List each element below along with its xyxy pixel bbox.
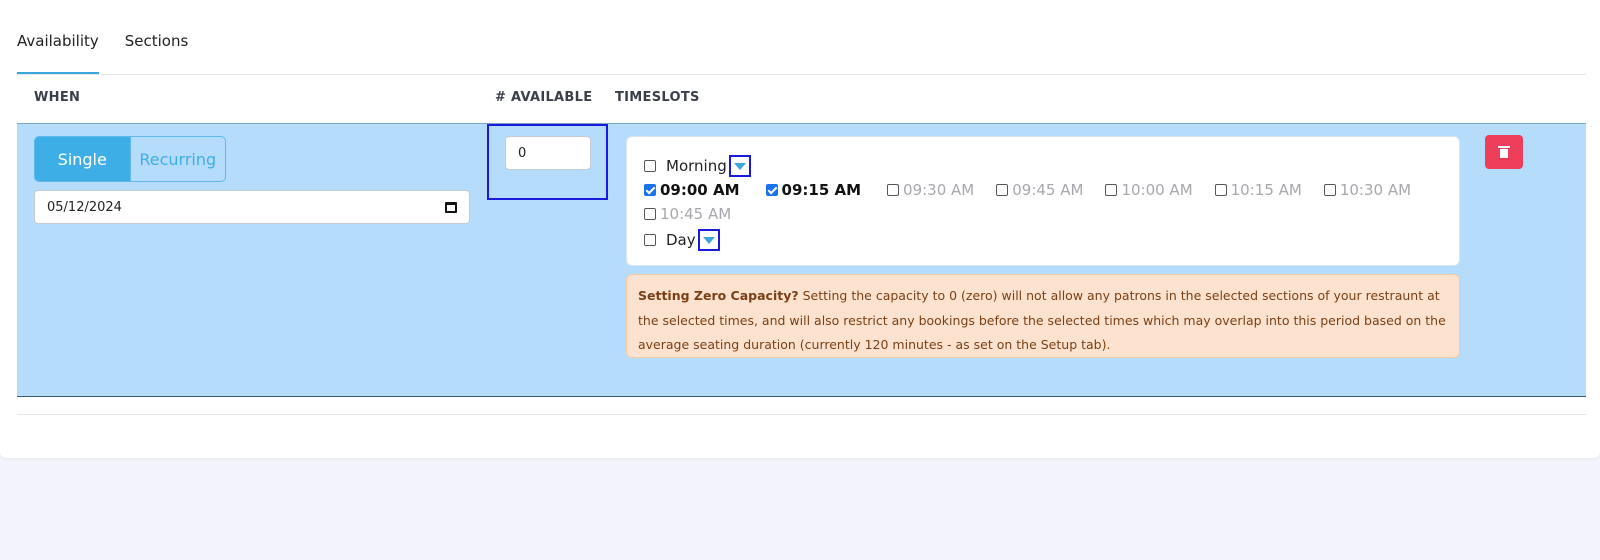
header-timeslots: TIMESLOTS	[615, 90, 700, 105]
timeslot-label: 09:15 AM	[781, 181, 862, 199]
recurring-button[interactable]: Recurring	[129, 137, 226, 181]
day-expand-button[interactable]	[697, 229, 720, 251]
timeslot-label: 10:45 AM	[660, 205, 732, 223]
delete-button[interactable]	[1485, 135, 1523, 169]
tabs-divider	[17, 74, 1586, 75]
single-button[interactable]: Single	[35, 137, 130, 181]
mode-toggle: Single Recurring	[34, 136, 226, 182]
tab-sections[interactable]: Sections	[125, 0, 189, 75]
timeslot-checkbox[interactable]	[1214, 184, 1227, 196]
timeslot-checkbox[interactable]	[1105, 184, 1118, 196]
timeslot-checkbox[interactable]	[644, 184, 656, 196]
timeslot-label: 09:45 AM	[1012, 181, 1084, 199]
header-available: # AVAILABLE	[495, 90, 593, 105]
timeslot-0945[interactable]: 09:45 AM	[996, 181, 1083, 199]
morning-expand-button[interactable]	[728, 155, 751, 177]
calendar-icon[interactable]	[445, 201, 457, 213]
tab-availability[interactable]: Availability	[17, 0, 99, 75]
timeslot-checkbox[interactable]	[996, 184, 1009, 196]
morning-checkbox[interactable]	[644, 160, 656, 172]
header-when: WHEN	[34, 90, 81, 105]
timeslot-checkbox[interactable]	[765, 184, 778, 196]
timeslots-panel: Morning 09:00 AM 09:15 AM 09:30 AM 09:45…	[626, 136, 1460, 266]
date-input[interactable]: 05/12/2024	[34, 190, 470, 224]
timeslot-checkbox[interactable]	[1323, 184, 1336, 196]
trash-icon	[1498, 146, 1510, 158]
group-day: Day	[644, 229, 720, 251]
tab-bar: Availability Sections	[17, 0, 214, 75]
timeslot-1030[interactable]: 10:30 AM	[1323, 181, 1412, 199]
timeslot-line-2: 10:45 AM	[644, 205, 745, 223]
timeslot-0915[interactable]: 09:15 AM	[765, 181, 862, 199]
timeslot-label: 10:15 AM	[1230, 181, 1302, 199]
date-value: 05/12/2024	[47, 199, 122, 215]
timeslot-0900[interactable]: 09:00 AM	[644, 181, 740, 199]
timeslot-1045[interactable]: 10:45 AM	[644, 205, 731, 223]
timeslot-label: 09:00 AM	[660, 181, 740, 199]
available-input[interactable]: 0	[505, 136, 591, 170]
caret-down-icon	[733, 162, 746, 170]
timeslot-0930[interactable]: 09:30 AM	[887, 181, 974, 199]
timeslot-label: 09:30 AM	[903, 181, 975, 199]
group-morning: Morning	[644, 155, 751, 177]
row-divider	[17, 414, 1586, 415]
day-checkbox[interactable]	[644, 234, 656, 246]
timeslot-checkbox[interactable]	[644, 208, 656, 220]
timeslot-checkbox[interactable]	[887, 184, 900, 196]
timeslot-label: 10:30 AM	[1339, 181, 1412, 199]
morning-label: Morning	[666, 157, 727, 175]
availability-card: Availability Sections WHEN # AVAILABLE T…	[0, 0, 1600, 458]
warning-title: Setting Zero Capacity?	[638, 288, 799, 303]
available-value: 0	[518, 145, 527, 161]
caret-down-icon	[702, 236, 715, 244]
timeslot-1000[interactable]: 10:00 AM	[1105, 181, 1193, 199]
zero-capacity-warning: Setting Zero Capacity? Setting the capac…	[626, 274, 1460, 358]
day-label: Day	[666, 231, 696, 249]
timeslot-label: 10:00 AM	[1121, 181, 1193, 199]
availability-row: Single Recurring 05/12/2024 0 Morning 09…	[17, 123, 1586, 397]
timeslot-line-1: 09:00 AM 09:15 AM 09:30 AM 09:45 AM 10:0…	[644, 181, 1425, 199]
timeslot-1015[interactable]: 10:15 AM	[1214, 181, 1302, 199]
